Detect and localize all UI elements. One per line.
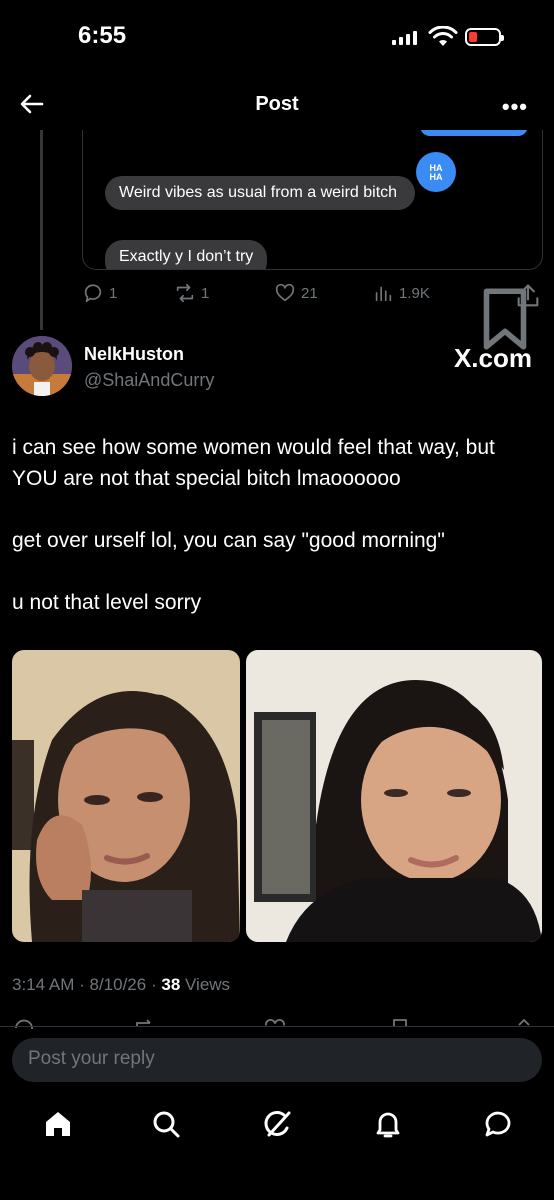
haha-reaction-icon: HA HA bbox=[416, 152, 456, 192]
tweet-photo[interactable] bbox=[246, 650, 542, 942]
grok-icon[interactable] bbox=[262, 1108, 294, 1140]
reply-action[interactable]: 1 bbox=[82, 282, 117, 304]
heart-icon[interactable] bbox=[263, 1017, 287, 1029]
share-icon[interactable] bbox=[514, 282, 542, 310]
reply-count: 1 bbox=[109, 284, 118, 302]
tweet-photo[interactable] bbox=[12, 650, 240, 942]
notifications-icon[interactable] bbox=[372, 1108, 404, 1140]
tweet-paragraph: i can see how some women would feel that… bbox=[12, 436, 501, 490]
bottom-nav bbox=[0, 1100, 554, 1160]
repost-action[interactable]: 1 bbox=[174, 282, 209, 304]
home-icon[interactable] bbox=[42, 1108, 74, 1140]
page-title: Post bbox=[255, 93, 299, 115]
views-action[interactable]: 1.9K bbox=[372, 282, 430, 304]
tweet-paragraph: u not that level sorry bbox=[12, 591, 202, 614]
battery-icon bbox=[465, 28, 504, 46]
status-bar: 6:55 bbox=[0, 0, 554, 70]
author-display-name[interactable]: NelkHuston bbox=[84, 344, 184, 365]
repost-icon bbox=[176, 283, 194, 303]
tweet-paragraph: get over urself lol, you can say "good m… bbox=[12, 529, 445, 552]
thread-line bbox=[40, 130, 43, 330]
source-watermark: X.com bbox=[453, 343, 532, 373]
dm-sent-bubble bbox=[420, 130, 528, 136]
author-handle[interactable]: @ShaiAndCurry bbox=[84, 370, 214, 391]
messages-icon[interactable] bbox=[482, 1108, 514, 1140]
reply-icon bbox=[84, 284, 102, 303]
more-options-button[interactable]: ••• bbox=[502, 94, 528, 120]
tweet-views-count[interactable]: 38 bbox=[161, 975, 180, 994]
tweet-date: 8/10/26 bbox=[89, 975, 147, 994]
search-icon[interactable] bbox=[150, 1108, 182, 1140]
divider bbox=[0, 1026, 554, 1027]
wifi-icon bbox=[428, 26, 458, 46]
reply-icon[interactable] bbox=[12, 1017, 36, 1029]
signal-icon bbox=[392, 30, 417, 45]
post-header: Post ••• bbox=[0, 80, 554, 130]
tweet-time: 3:14 AM bbox=[12, 975, 75, 994]
status-time: 6:55 bbox=[78, 22, 127, 49]
views-count: 1.9K bbox=[399, 284, 430, 302]
analytics-icon bbox=[375, 286, 392, 302]
dm-message: Exactly y I don’t try bbox=[105, 240, 268, 269]
quoted-media-card[interactable]: HA HA Weird vibes as usual from a weird … bbox=[82, 130, 543, 270]
reply-input[interactable]: Post your reply bbox=[12, 1038, 542, 1082]
bookmark-icon[interactable] bbox=[388, 1017, 412, 1029]
tweet-body: i can see how some women would feel that… bbox=[12, 432, 542, 649]
avatar[interactable] bbox=[12, 336, 72, 396]
tweet-meta: 3:14 AM · 8/10/26 · 38 Views bbox=[12, 975, 231, 994]
dm-message: Weird vibes as usual from a weird bitch bbox=[105, 176, 415, 210]
repost-icon[interactable] bbox=[133, 1017, 157, 1029]
share-icon[interactable] bbox=[512, 1017, 536, 1029]
quoted-actions-bar: 1 1 21 1.9K bbox=[82, 282, 542, 350]
heart-icon bbox=[275, 283, 295, 302]
repost-count: 1 bbox=[201, 284, 210, 302]
tweet-views-label: Views bbox=[185, 975, 231, 994]
selfie-photo-image bbox=[246, 650, 542, 942]
avatar-image bbox=[12, 336, 72, 396]
selfie-photo-image bbox=[12, 650, 240, 942]
like-action[interactable]: 21 bbox=[274, 282, 318, 304]
like-count: 21 bbox=[301, 284, 318, 302]
